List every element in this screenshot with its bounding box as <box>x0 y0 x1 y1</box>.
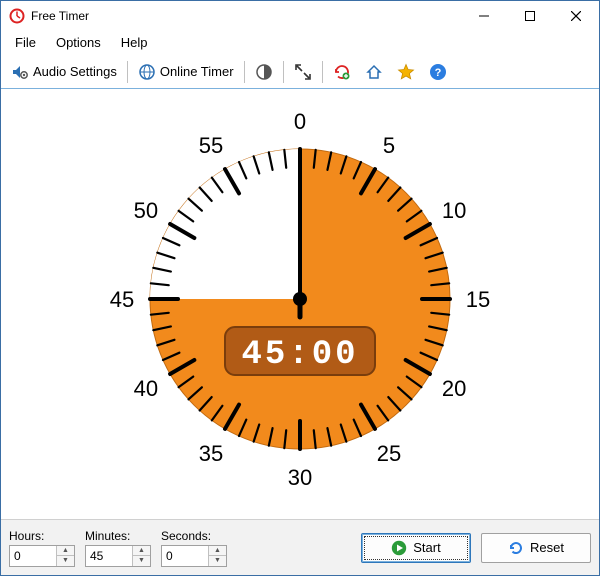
help-icon: ? <box>429 63 447 81</box>
expand-icon <box>294 63 312 81</box>
play-icon <box>391 540 407 556</box>
minimize-button[interactable] <box>461 1 507 31</box>
favorite-button[interactable] <box>393 63 419 81</box>
toolbar-separator <box>127 61 128 83</box>
seconds-label: Seconds: <box>161 529 227 543</box>
hours-input[interactable] <box>10 546 56 566</box>
reset-button[interactable]: Reset <box>481 533 591 563</box>
contrast-icon <box>255 63 273 81</box>
seconds-input[interactable] <box>162 546 208 566</box>
svg-text:45: 45 <box>110 287 134 312</box>
svg-text:0: 0 <box>294 109 306 134</box>
menu-help[interactable]: Help <box>111 33 158 52</box>
star-icon <box>397 63 415 81</box>
contrast-button[interactable] <box>251 63 277 81</box>
seconds-up-button[interactable]: ▲ <box>209 546 226 557</box>
svg-text:55: 55 <box>199 133 223 158</box>
svg-text:15: 15 <box>466 287 490 312</box>
hours-spinner[interactable]: ▲ ▼ <box>9 545 75 567</box>
svg-text:50: 50 <box>134 198 158 223</box>
svg-text:40: 40 <box>134 376 158 401</box>
reset-icon <box>508 540 524 556</box>
minutes-label: Minutes: <box>85 529 151 543</box>
window: Free Timer File Options Help Audio S <box>0 0 600 576</box>
bottom-panel: Hours: ▲ ▼ Minutes: ▲ ▼ Seconds: <box>1 519 599 575</box>
titlebar: Free Timer <box>1 1 599 31</box>
svg-text:25: 25 <box>377 441 401 466</box>
home-button[interactable] <box>361 63 387 81</box>
audio-settings-label: Audio Settings <box>33 64 117 79</box>
maximize-button[interactable] <box>507 1 553 31</box>
audio-gear-icon <box>11 63 29 81</box>
seconds-spinner[interactable]: ▲ ▼ <box>161 545 227 567</box>
start-label: Start <box>413 540 440 555</box>
dial-area: 0 5 10 15 20 25 30 35 40 45 50 55 45:00 <box>1 89 599 519</box>
online-timer-label: Online Timer <box>160 64 234 79</box>
seconds-field: Seconds: ▲ ▼ <box>161 529 227 567</box>
timer-dial[interactable]: 0 5 10 15 20 25 30 35 40 45 50 55 45:00 <box>95 104 505 504</box>
help-button[interactable]: ? <box>425 63 451 81</box>
hours-up-button[interactable]: ▲ <box>57 546 74 557</box>
minutes-down-button[interactable]: ▼ <box>133 556 150 566</box>
audio-settings-button[interactable]: Audio Settings <box>7 63 121 81</box>
app-icon <box>9 8 25 24</box>
refresh-plus-icon <box>333 63 351 81</box>
hours-down-button[interactable]: ▼ <box>57 556 74 566</box>
window-title: Free Timer <box>31 9 89 23</box>
digital-readout: 45:00 <box>241 336 358 374</box>
menu-file[interactable]: File <box>5 33 46 52</box>
minutes-input[interactable] <box>86 546 132 566</box>
fullscreen-button[interactable] <box>290 63 316 81</box>
minutes-field: Minutes: ▲ ▼ <box>85 529 151 567</box>
svg-text:20: 20 <box>442 376 466 401</box>
hours-label: Hours: <box>9 529 75 543</box>
svg-text:35: 35 <box>199 441 223 466</box>
refresh-button[interactable] <box>329 63 355 81</box>
close-button[interactable] <box>553 1 599 31</box>
toolbar: Audio Settings Online Timer <box>1 55 599 89</box>
menu-options[interactable]: Options <box>46 33 111 52</box>
globe-icon <box>138 63 156 81</box>
seconds-down-button[interactable]: ▼ <box>209 556 226 566</box>
svg-text:?: ? <box>434 67 441 79</box>
menubar: File Options Help <box>1 31 599 55</box>
toolbar-separator <box>322 61 323 83</box>
toolbar-separator <box>244 61 245 83</box>
svg-text:30: 30 <box>288 465 312 490</box>
online-timer-button[interactable]: Online Timer <box>134 63 238 81</box>
hours-field: Hours: ▲ ▼ <box>9 529 75 567</box>
minutes-up-button[interactable]: ▲ <box>133 546 150 557</box>
home-globe-icon <box>365 63 383 81</box>
svg-text:5: 5 <box>383 133 395 158</box>
toolbar-separator <box>283 61 284 83</box>
start-button[interactable]: Start <box>361 533 471 563</box>
reset-label: Reset <box>530 540 564 555</box>
svg-text:10: 10 <box>442 198 466 223</box>
minutes-spinner[interactable]: ▲ ▼ <box>85 545 151 567</box>
